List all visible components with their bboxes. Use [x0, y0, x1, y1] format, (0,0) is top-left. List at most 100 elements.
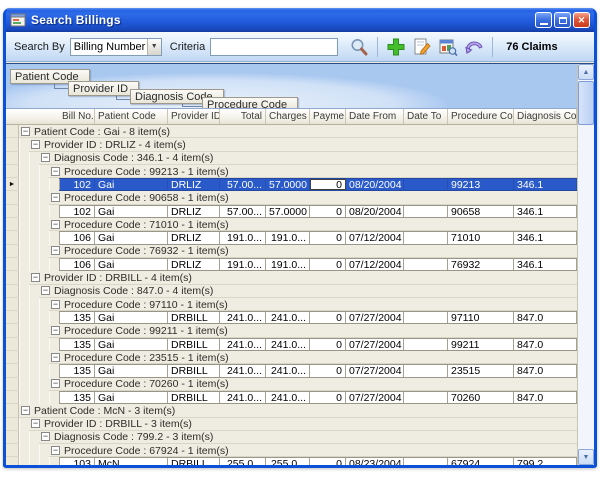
collapse-icon[interactable]: −	[41, 432, 50, 441]
cell-date-from[interactable]: 07/27/2004	[346, 392, 404, 403]
cell-patient-code[interactable]: Gai	[95, 232, 168, 243]
row-selector[interactable]	[6, 351, 19, 364]
row-selector[interactable]	[6, 391, 19, 404]
add-button[interactable]	[384, 35, 408, 59]
data-row[interactable]: 102GaiDRLIZ57.00...57.0000008/20/2004906…	[6, 205, 577, 218]
collapse-icon[interactable]: −	[51, 326, 60, 335]
cell-date-to[interactable]	[404, 339, 448, 350]
cell-procedure-code[interactable]: 23515	[448, 365, 514, 376]
cell-charges[interactable]: 241.0...	[266, 312, 310, 323]
cell-date-from[interactable]: 07/12/2004	[346, 259, 404, 270]
search-by-dropdown[interactable]: Billing Number ▼	[70, 38, 162, 56]
row-selector[interactable]	[6, 205, 19, 218]
cell-date-to[interactable]	[404, 312, 448, 323]
group-row[interactable]: −Patient Code : Gai - 8 item(s)	[6, 125, 577, 138]
cell-diagnosis-code[interactable]: 799.2	[514, 458, 577, 465]
cell-date-to[interactable]	[404, 392, 448, 403]
collapse-icon[interactable]: −	[51, 193, 60, 202]
cell-procedure-code[interactable]: 90658	[448, 206, 514, 217]
group-header[interactable]: −Diagnosis Code : 847.0 - 4 item(s)	[39, 285, 577, 298]
group-header[interactable]: −Procedure Code : 23515 - 1 item(s)	[49, 351, 577, 364]
row-selector[interactable]	[6, 231, 19, 244]
maximize-button[interactable]	[554, 12, 571, 28]
column-header-charges[interactable]: Charges	[266, 109, 310, 124]
cell-total[interactable]: 255.0...	[220, 458, 266, 465]
cell-bill-no[interactable]: 102	[59, 206, 95, 217]
vertical-scrollbar[interactable]: ▲ ▼	[577, 64, 594, 465]
group-row[interactable]: −Provider ID : DRBILL - 4 item(s)	[6, 271, 577, 284]
group-header[interactable]: −Provider ID : DRBILL - 4 item(s)	[29, 271, 577, 284]
cell-payments[interactable]: 0	[310, 206, 346, 217]
group-row[interactable]: −Diagnosis Code : 799.2 - 3 item(s)	[6, 431, 577, 444]
cell-diagnosis-code[interactable]: 346.1	[514, 206, 577, 217]
undo-button[interactable]	[462, 35, 486, 59]
data-row[interactable]: 135GaiDRBILL241.0...241.0...007/27/20049…	[6, 338, 577, 351]
cell-total[interactable]: 241.0...	[220, 312, 266, 323]
cell-charges[interactable]: 191.0...	[266, 232, 310, 243]
cell-bill-no[interactable]: 106	[59, 232, 95, 243]
cell-payments[interactable]: 0	[310, 312, 346, 323]
row-selector[interactable]	[6, 125, 19, 138]
cell-patient-code[interactable]: Gai	[95, 365, 168, 376]
collapse-icon[interactable]: −	[41, 286, 50, 295]
group-header[interactable]: −Provider ID : DRBILL - 3 item(s)	[29, 418, 577, 431]
group-header[interactable]: −Patient Code : Gai - 8 item(s)	[19, 125, 577, 138]
cell-payments[interactable]: 0	[310, 458, 346, 465]
collapse-icon[interactable]: −	[51, 379, 60, 388]
group-header[interactable]: −Procedure Code : 90658 - 1 item(s)	[49, 191, 577, 204]
chevron-down-icon[interactable]: ▼	[147, 39, 161, 55]
scrollbar-thumb[interactable]	[578, 81, 594, 125]
cell-charges[interactable]: 241.0...	[266, 339, 310, 350]
row-selector[interactable]	[6, 258, 19, 271]
cell-total[interactable]: 241.0...	[220, 365, 266, 376]
column-header-total[interactable]: Total	[220, 109, 266, 124]
cell-date-to[interactable]	[404, 365, 448, 376]
cell-date-from[interactable]: 07/27/2004	[346, 312, 404, 323]
cell-bill-no[interactable]: 135	[59, 365, 95, 376]
cell-total[interactable]: 241.0...	[220, 339, 266, 350]
cell-total[interactable]: 241.0...	[220, 392, 266, 403]
row-selector[interactable]	[6, 311, 19, 324]
cell-bill-no[interactable]: 135	[59, 392, 95, 403]
cell-bill-no[interactable]: 102	[59, 179, 95, 190]
group-row[interactable]: −Procedure Code : 99213 - 1 item(s)	[6, 165, 577, 178]
scroll-up-button[interactable]: ▲	[578, 64, 594, 80]
cell-procedure-code[interactable]: 99213	[448, 179, 514, 190]
collapse-icon[interactable]: −	[31, 273, 40, 282]
scroll-down-button[interactable]: ▼	[578, 449, 594, 465]
collapse-icon[interactable]: −	[41, 153, 50, 162]
row-selector[interactable]	[6, 431, 19, 444]
group-row[interactable]: −Provider ID : DRBILL - 3 item(s)	[6, 418, 577, 431]
groupby-provider-id[interactable]: Provider ID	[68, 81, 139, 96]
cell-date-from[interactable]: 08/23/2004	[346, 458, 404, 465]
cell-procedure-code[interactable]: 71010	[448, 232, 514, 243]
close-button[interactable]: ✕	[573, 12, 590, 28]
group-row[interactable]: −Patient Code : McN - 3 item(s)	[6, 404, 577, 417]
group-row[interactable]: −Diagnosis Code : 346.1 - 4 item(s)	[6, 152, 577, 165]
column-header-procedure-code[interactable]: Procedure Code	[448, 109, 514, 124]
collapse-icon[interactable]: −	[31, 140, 40, 149]
group-header[interactable]: −Procedure Code : 99211 - 1 item(s)	[49, 324, 577, 337]
cell-charges[interactable]: 241.0...	[266, 392, 310, 403]
cell-bill-no[interactable]: 103	[59, 458, 95, 465]
group-header[interactable]: −Procedure Code : 99213 - 1 item(s)	[49, 165, 577, 178]
groupby-panel[interactable]: Patient Code Provider ID Diagnosis Code …	[6, 64, 577, 109]
cell-payments[interactable]: 0	[310, 365, 346, 376]
cell-provider-id[interactable]: DRLIZ	[168, 179, 220, 190]
cell-charges[interactable]: 57.0000	[266, 179, 310, 190]
cell-payments[interactable]: 0	[310, 259, 346, 270]
cell-procedure-code[interactable]: 70260	[448, 392, 514, 403]
scrollbar-track[interactable]	[578, 80, 594, 449]
cell-provider-id[interactable]: DRLIZ	[168, 259, 220, 270]
row-selector[interactable]	[6, 444, 19, 457]
group-header[interactable]: −Diagnosis Code : 346.1 - 4 item(s)	[39, 152, 577, 165]
row-selector[interactable]	[6, 378, 19, 391]
cell-payments[interactable]: 0	[310, 232, 346, 243]
cell-bill-no[interactable]: 135	[59, 339, 95, 350]
cell-diagnosis-code[interactable]: 346.1	[514, 259, 577, 270]
row-selector[interactable]	[6, 324, 19, 337]
criteria-input[interactable]	[210, 38, 338, 56]
edit-button[interactable]	[410, 35, 434, 59]
group-header[interactable]: −Diagnosis Code : 799.2 - 3 item(s)	[39, 431, 577, 444]
cell-patient-code[interactable]: Gai	[95, 312, 168, 323]
